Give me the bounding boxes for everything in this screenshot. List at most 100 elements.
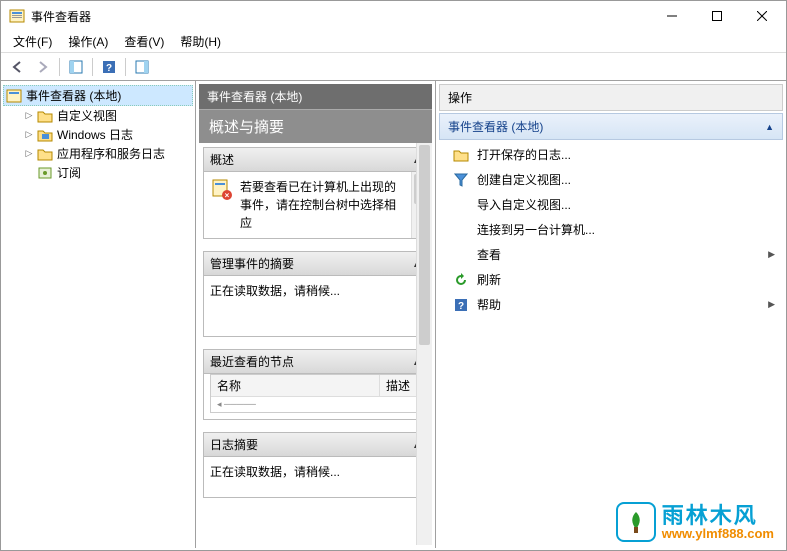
submenu-icon: ▶: [768, 299, 775, 310]
tree-item-windows-logs[interactable]: ▷ Windows 日志: [3, 125, 193, 144]
expander-icon[interactable]: ▷: [23, 110, 35, 122]
col-desc[interactable]: 描述: [380, 375, 420, 396]
expander-icon[interactable]: ▷: [23, 148, 35, 160]
expander-icon[interactable]: ▷: [23, 129, 35, 141]
collapse-icon: ▲: [765, 122, 774, 132]
window-title: 事件查看器: [31, 8, 649, 25]
log-icon: ×: [210, 178, 234, 205]
show-actions-button[interactable]: [130, 56, 154, 78]
toolbar: ?: [1, 53, 786, 81]
close-button[interactable]: [739, 2, 784, 30]
tree-item-label: 订阅: [57, 164, 81, 181]
panel-summary-header[interactable]: 管理事件的摘要 ▲: [204, 252, 427, 276]
menubar: 文件(F) 操作(A) 查看(V) 帮助(H): [1, 31, 786, 53]
action-label: 连接到另一台计算机...: [477, 221, 595, 238]
svg-text:×: ×: [225, 191, 230, 200]
recent-table: 名称 描述 ◂ ─────: [210, 374, 421, 413]
actions-group-label: 事件查看器 (本地): [448, 118, 543, 135]
logsum-text: 正在读取数据，请稍候...: [210, 463, 421, 481]
tree-item-label: 自定义视图: [57, 107, 117, 124]
tree-item-label: 应用程序和服务日志: [57, 145, 165, 162]
show-tree-button[interactable]: [64, 56, 88, 78]
panel-title: 最近查看的节点: [210, 353, 294, 370]
open-icon: [453, 147, 469, 163]
help-icon: ?: [453, 297, 469, 313]
panel-summary: 管理事件的摘要 ▲ 正在读取数据，请稍候...: [203, 251, 428, 337]
tree-item-label: Windows 日志: [57, 126, 133, 143]
action-refresh[interactable]: 刷新: [439, 267, 783, 292]
action-view[interactable]: 查看 ▶: [439, 242, 783, 267]
action-label: 帮助: [477, 296, 501, 313]
scrollbar[interactable]: [416, 143, 432, 545]
event-viewer-icon: [6, 88, 22, 104]
forward-button[interactable]: [31, 56, 55, 78]
subscription-icon: [37, 165, 53, 181]
center-header: 事件查看器 (本地): [199, 84, 432, 109]
panel-recent-header[interactable]: 最近查看的节点 ▲: [204, 350, 427, 374]
action-import-custom-view[interactable]: 导入自定义视图...: [439, 192, 783, 217]
panel-title: 管理事件的摘要: [210, 255, 294, 272]
summary-text: 正在读取数据，请稍候...: [210, 282, 421, 300]
toolbar-separator: [92, 58, 93, 76]
spacer: [23, 167, 35, 179]
svg-text:?: ?: [106, 63, 112, 74]
action-connect-computer[interactable]: 连接到另一台计算机...: [439, 217, 783, 242]
refresh-icon: [453, 272, 469, 288]
panel-body: 正在读取数据，请稍候...: [204, 276, 427, 336]
folder-icon: [37, 108, 53, 124]
center-pane: 事件查看器 (本地) 概述与摘要 概述 ▲ × 若要查看已在计算机上出现的事件，…: [196, 81, 436, 548]
action-create-custom-view[interactable]: 创建自定义视图...: [439, 167, 783, 192]
center-subheader: 概述与摘要: [199, 109, 432, 143]
panel-recent: 最近查看的节点 ▲ 名称 描述 ◂ ─────: [203, 349, 428, 420]
submenu-icon: ▶: [768, 249, 775, 260]
menu-view[interactable]: 查看(V): [116, 31, 172, 52]
action-label: 刷新: [477, 271, 501, 288]
back-button[interactable]: [5, 56, 29, 78]
tree-item-subscriptions[interactable]: 订阅: [3, 163, 193, 182]
center-body: 概述 ▲ × 若要查看已在计算机上出现的事件，请在控制台树中选择相应 管理事件的…: [199, 143, 432, 545]
actions-title: 操作: [439, 84, 783, 111]
tree-item-custom-views[interactable]: ▷ 自定义视图: [3, 106, 193, 125]
panel-body: 正在读取数据，请稍候...: [204, 457, 427, 497]
menu-action[interactable]: 操作(A): [60, 31, 116, 52]
tree-item-app-logs[interactable]: ▷ 应用程序和服务日志: [3, 144, 193, 163]
menu-file[interactable]: 文件(F): [5, 31, 60, 52]
blank-icon: [453, 197, 469, 213]
table-header: 名称 描述: [211, 375, 420, 397]
blank-icon: [453, 222, 469, 238]
tree-root[interactable]: 事件查看器 (本地): [3, 85, 193, 106]
toolbar-separator: [59, 58, 60, 76]
minimize-button[interactable]: [649, 2, 694, 30]
maximize-button[interactable]: [694, 2, 739, 30]
titlebar: 事件查看器: [1, 1, 786, 31]
content-area: 事件查看器 (本地) ▷ 自定义视图 ▷ Windows 日志 ▷ 应用程序和服…: [1, 81, 786, 548]
panel-overview: 概述 ▲ × 若要查看已在计算机上出现的事件，请在控制台树中选择相应: [203, 147, 428, 239]
action-label: 导入自定义视图...: [477, 196, 571, 213]
action-help[interactable]: ? 帮助 ▶: [439, 292, 783, 317]
actions-pane: 操作 事件查看器 (本地) ▲ 打开保存的日志... 创建自定义视图... 导入…: [436, 81, 786, 548]
tree-pane: 事件查看器 (本地) ▷ 自定义视图 ▷ Windows 日志 ▷ 应用程序和服…: [1, 81, 196, 548]
panel-body: × 若要查看已在计算机上出现的事件，请在控制台树中选择相应: [204, 172, 427, 238]
folder-win-icon: [37, 127, 53, 143]
panel-overview-header[interactable]: 概述 ▲: [204, 148, 427, 172]
help-button[interactable]: ?: [97, 56, 121, 78]
app-icon: [9, 8, 25, 24]
actions-group-header[interactable]: 事件查看器 (本地) ▲: [439, 113, 783, 140]
panel-logsum: 日志摘要 ▲ 正在读取数据，请稍候...: [203, 432, 428, 498]
panel-logsum-header[interactable]: 日志摘要 ▲: [204, 433, 427, 457]
overview-text: 若要查看已在计算机上出现的事件，请在控制台树中选择相应: [240, 178, 407, 232]
action-open-saved-log[interactable]: 打开保存的日志...: [439, 142, 783, 167]
svg-text:?: ?: [458, 301, 464, 312]
tree-root-label: 事件查看器 (本地): [26, 87, 121, 104]
menu-help[interactable]: 帮助(H): [172, 31, 229, 52]
blank-icon: [453, 247, 469, 263]
table-row[interactable]: ◂ ─────: [211, 397, 420, 412]
filter-icon: [453, 172, 469, 188]
action-label: 打开保存的日志...: [477, 146, 571, 163]
toolbar-separator: [125, 58, 126, 76]
action-label: 查看: [477, 246, 501, 263]
col-name[interactable]: 名称: [211, 375, 380, 396]
folder-icon: [37, 146, 53, 162]
panel-title: 日志摘要: [210, 436, 258, 453]
panel-title: 概述: [210, 151, 234, 168]
